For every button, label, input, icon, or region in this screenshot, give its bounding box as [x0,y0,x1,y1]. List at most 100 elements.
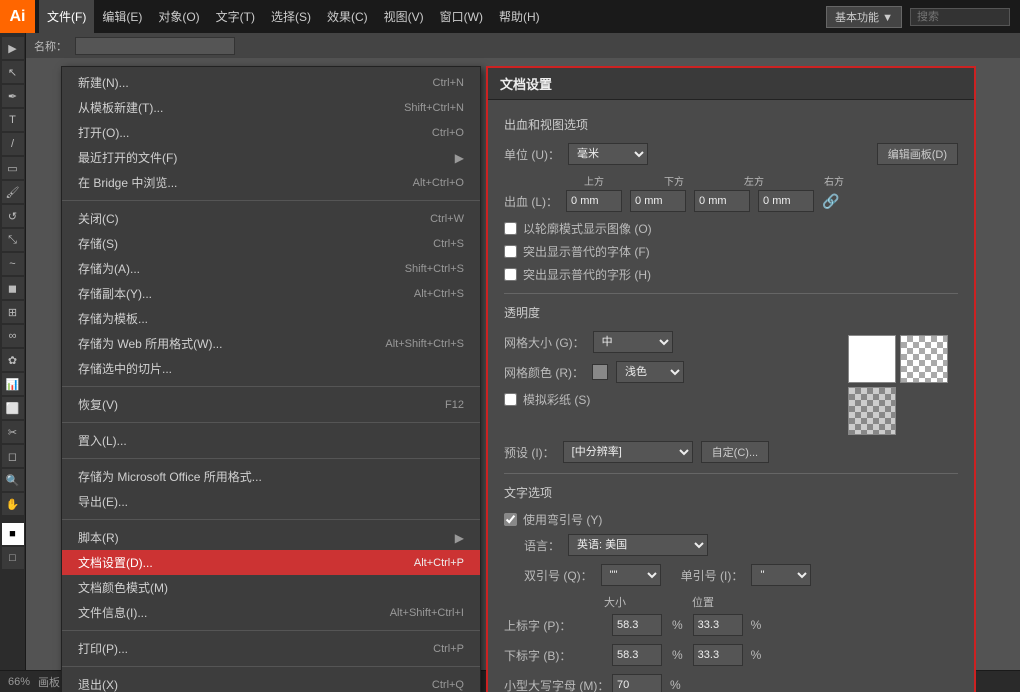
menu-item-new[interactable]: 新建(N)... Ctrl+N [62,70,480,95]
menu-object[interactable]: 对象(O) [150,0,207,33]
tool-artboard[interactable]: ⬜ [2,397,24,419]
percent4: % [751,648,762,662]
edit-canvas-button[interactable]: 编辑画板(D) [877,143,958,165]
menu-item-place[interactable]: 置入(L)... [62,428,480,453]
divider-2 [504,473,958,474]
tool-hand[interactable]: ✋ [2,493,24,515]
menu-item-recent[interactable]: 最近打开的文件(F) ▶ [62,145,480,170]
menu-item-save[interactable]: 存储(S) Ctrl+S [62,231,480,256]
transparency-content: 网格大小 (G)： 中 小 大 网格颜色 (R)： 浅色 [504,331,958,435]
checkbox-simulate-paper[interactable] [504,393,517,406]
menu-item-new-template[interactable]: 从模板新建(T)... Shift+Ctrl+N [62,95,480,120]
language-label: 语言： [524,537,560,554]
tool-gradient[interactable]: ◼ [2,277,24,299]
tool-symbol[interactable]: ✿ [2,349,24,371]
percent5: % [670,678,681,692]
menu-item-close[interactable]: 关闭(C) Ctrl+W [62,206,480,231]
menu-file[interactable]: 文件(F) [39,0,94,33]
menu-view[interactable]: 视图(V) [376,0,432,33]
tool-column[interactable]: 📊 [2,373,24,395]
checkbox-glyph-label: 突出显示普代的字形 (H) [523,266,651,283]
menu-item-print[interactable]: 打印(P)... Ctrl+P [62,636,480,661]
menu-select[interactable]: 选择(S) [263,0,319,33]
tool-scale[interactable]: ⤡ [2,229,24,251]
bleed-label: 出血 (L)： [504,193,558,210]
tool-rotate[interactable]: ↺ [2,205,24,227]
menu-edit[interactable]: 编辑(E) [94,0,150,33]
menu-help[interactable]: 帮助(H) [491,0,548,33]
menu-text[interactable]: 文字(T) [208,0,263,33]
menu-window[interactable]: 窗口(W) [432,0,491,33]
superscript-label: 上标字 (P)： [504,617,604,634]
tool-eraser[interactable]: ◻ [2,445,24,467]
percent3: % [672,648,683,662]
grid-size-row: 网格大小 (G)： 中 小 大 [504,331,832,353]
small-caps-input[interactable] [612,674,662,692]
menu-item-savetemplate[interactable]: 存储为模板... [62,306,480,331]
menu-item-msoffice[interactable]: 存储为 Microsoft Office 所用格式... [62,464,480,489]
menu-item-doc-settings[interactable]: 文档设置(D)... Alt+Ctrl+P [62,550,480,575]
menu-item-saveslices[interactable]: 存储选中的切片... [62,356,480,381]
menu-item-open[interactable]: 打开(O)... Ctrl+O [62,120,480,145]
tool-fill[interactable]: ■ [2,523,24,545]
tool-blend[interactable]: ∞ [2,325,24,347]
menu-section-8: 退出(X) Ctrl+Q [62,669,480,692]
bleed-bottom-label: 下方 [664,173,684,188]
custom-button[interactable]: 自定(C)... [701,441,769,463]
subscript-size-input[interactable] [612,644,662,666]
grid-size-select[interactable]: 中 小 大 [593,331,673,353]
menu-item-savecopy[interactable]: 存储副本(Y)... Alt+Ctrl+S [62,281,480,306]
workspace-button[interactable]: 基本功能 ▼ [826,6,902,28]
checkbox-glyph[interactable] [504,268,517,281]
tool-direct[interactable]: ↖ [2,61,24,83]
checkbox-outline[interactable] [504,222,517,235]
menu-item-exit[interactable]: 退出(X) Ctrl+Q [62,672,480,692]
single-quote-select[interactable]: '' [751,564,811,586]
preset-select[interactable]: [中分辨率] [低分辨率] [高分辨率] [563,441,693,463]
menu-item-saveas[interactable]: 存储为(A)... Shift+Ctrl+S [62,256,480,281]
checkbox-outline-row: 以轮廓模式显示图像 (O) [504,220,958,237]
menu-item-export[interactable]: 导出(E)... [62,489,480,514]
menu-item-file-info[interactable]: 文件信息(I)... Alt+Shift+Ctrl+I [62,600,480,625]
document-settings-dialog: 文档设置 出血和视图选项 单位 (U)： 毫米 像素 厘米 编辑画板(D) [486,66,976,692]
checkbox-font[interactable] [504,245,517,258]
small-caps-label: 小型大写字母 (M)： [504,677,604,692]
tool-slice[interactable]: ✂ [2,421,24,443]
top-right: 基本功能 ▼ [826,6,1020,28]
menu-item-saveweb[interactable]: 存储为 Web 所用格式(W)... Alt+Shift+Ctrl+S [62,331,480,356]
subscript-pos-input[interactable] [693,644,743,666]
tool-pen[interactable]: ✒ [2,85,24,107]
tool-select[interactable]: ▶ [2,37,24,59]
tool-brush[interactable]: 🖌 [2,181,24,203]
section-bleed-header: 出血和视图选项 [504,116,958,133]
checkbox-use-quotes[interactable] [504,513,517,526]
menu-item-bridge[interactable]: 在 Bridge 中浏览... Alt+Ctrl+O [62,170,480,195]
superscript-pos-input[interactable] [693,614,743,636]
tool-line[interactable]: / [2,133,24,155]
tool-zoom[interactable]: 🔍 [2,469,24,491]
superscript-size-input[interactable] [612,614,662,636]
unit-select[interactable]: 毫米 像素 厘米 [568,143,648,165]
percent1: % [672,618,683,632]
tool-rect[interactable]: ▭ [2,157,24,179]
preview-white [848,335,896,383]
double-quote-select[interactable]: "" [601,564,661,586]
menu-section-3: 恢复(V) F12 [62,389,480,420]
tool-stroke[interactable]: □ [2,547,24,569]
bleed-left-input[interactable] [694,190,750,212]
bleed-right-input[interactable] [758,190,814,212]
app-logo: Ai [0,0,35,33]
grid-color-select[interactable]: 浅色 中等 深色 [616,361,684,383]
bleed-top-input[interactable] [566,190,622,212]
menu-item-scripts[interactable]: 脚本(R) ▶ [62,525,480,550]
tool-warp[interactable]: ~ [2,253,24,275]
tool-type[interactable]: T [2,109,24,131]
menu-effect[interactable]: 效果(C) [319,0,376,33]
tool-mesh[interactable]: ⊞ [2,301,24,323]
bleed-bottom-input[interactable] [630,190,686,212]
search-input[interactable] [910,8,1010,26]
menu-item-color-mode[interactable]: 文档颜色模式(M) [62,575,480,600]
double-quote-label: 双引号 (Q)： [524,567,593,584]
menu-item-revert[interactable]: 恢复(V) F12 [62,392,480,417]
language-select[interactable]: 英语: 美国 [568,534,708,556]
